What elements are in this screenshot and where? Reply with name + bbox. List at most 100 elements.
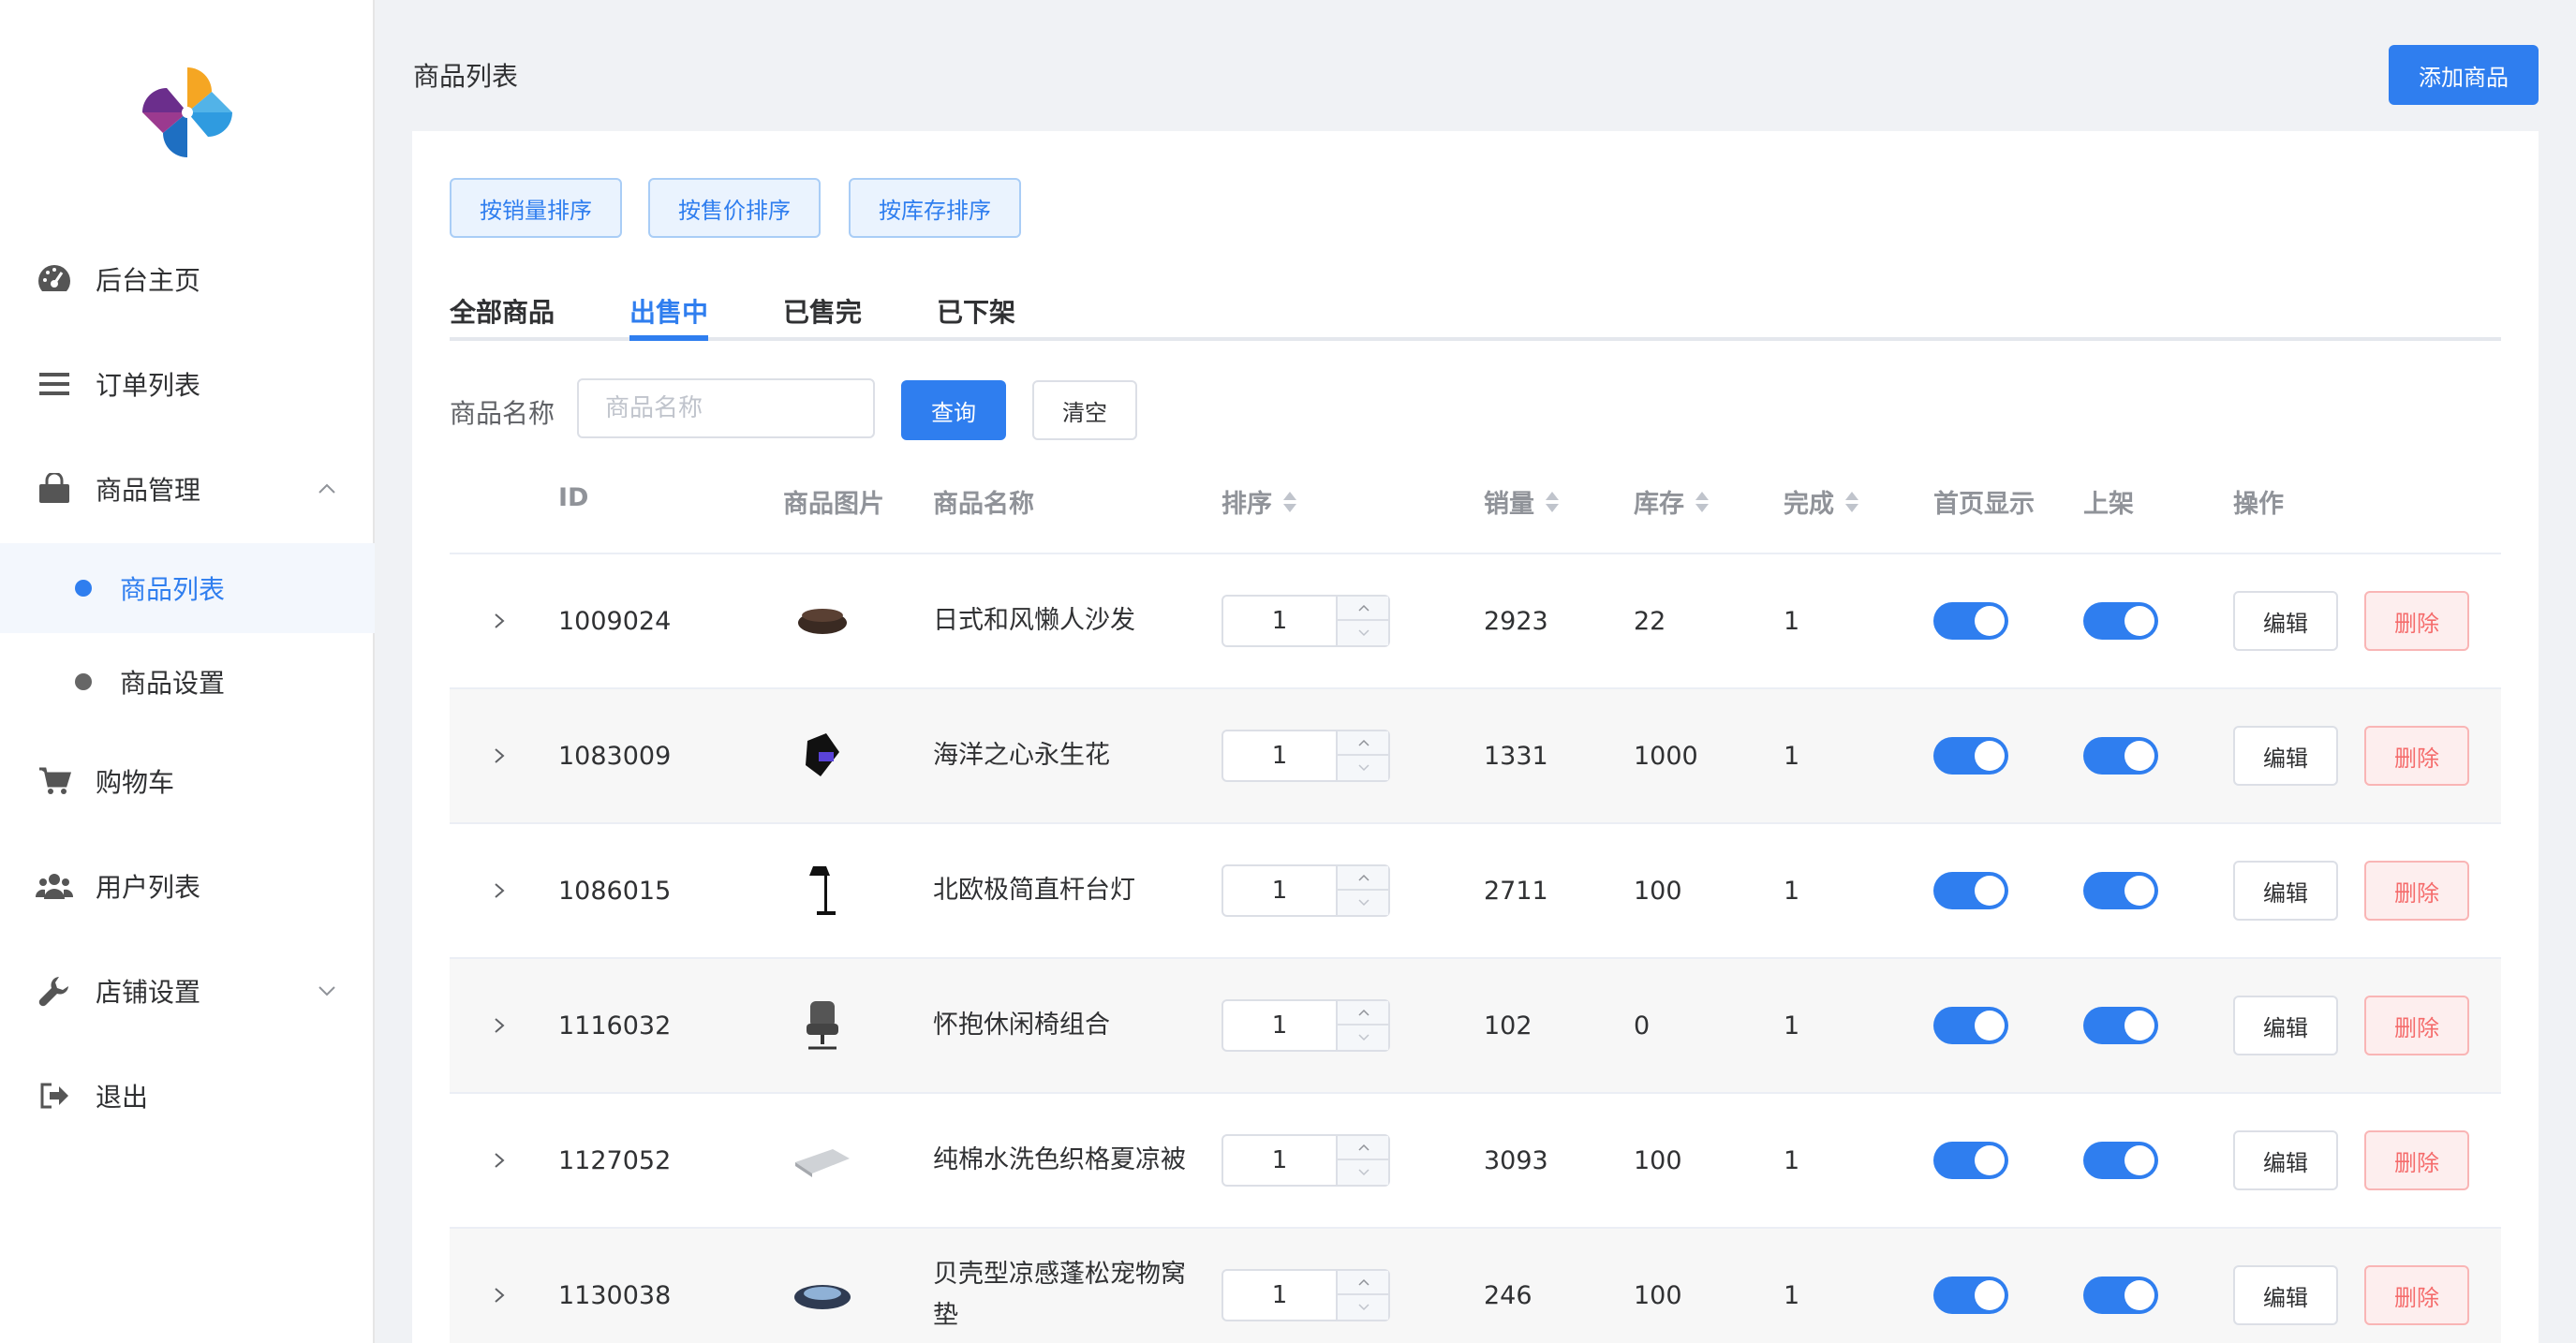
expand-row-icon[interactable] <box>485 1094 513 1227</box>
home-display-switch[interactable] <box>1933 959 2008 1092</box>
column-header-stock[interactable]: 库存 <box>1634 483 1709 520</box>
product-sales: 246 <box>1484 1280 1532 1310</box>
increment-icon[interactable] <box>1338 597 1390 621</box>
sort-by-sales-button[interactable]: 按销量排序 <box>450 178 622 238</box>
product-thumbnail <box>787 1229 858 1343</box>
increment-icon[interactable] <box>1338 1001 1390 1026</box>
decrement-icon[interactable] <box>1338 756 1390 780</box>
home-display-switch[interactable] <box>1933 1229 2008 1343</box>
shopping-bag-icon <box>36 470 73 508</box>
add-product-button[interactable]: 添加商品 <box>2389 45 2539 105</box>
product-sales: 3093 <box>1484 1145 1548 1175</box>
listed-switch[interactable] <box>2083 824 2158 957</box>
sort-order-stepper[interactable]: 1 <box>1221 1094 1390 1227</box>
sidebar-item-label: 退出 <box>96 1082 149 1113</box>
sort-caret-icon[interactable] <box>1283 491 1296 513</box>
sidebar-subitem-product-list[interactable]: 商品列表 <box>0 543 375 633</box>
sort-order-stepper[interactable]: 1 <box>1221 554 1390 687</box>
product-thumbnail <box>787 824 858 957</box>
tab-all-products[interactable]: 全部商品 <box>450 281 555 341</box>
product-thumbnail <box>787 959 858 1092</box>
chevron-up-icon[interactable] <box>313 475 341 503</box>
product-name-input[interactable] <box>577 378 875 438</box>
chevron-down-icon[interactable] <box>313 977 341 1005</box>
expand-row-icon[interactable] <box>485 824 513 957</box>
delete-button[interactable]: 删除 <box>2364 1265 2469 1325</box>
delete-button[interactable]: 删除 <box>2364 1130 2469 1190</box>
product-id: 1127052 <box>558 1145 672 1175</box>
listed-switch[interactable] <box>2083 959 2158 1092</box>
sort-by-price-button[interactable]: 按售价排序 <box>648 178 821 238</box>
sort-order-stepper[interactable]: 1 <box>1221 1229 1390 1343</box>
sidebar-item-label: 店铺设置 <box>96 977 201 1008</box>
sort-order-value[interactable]: 1 <box>1223 731 1336 780</box>
sort-order-stepper[interactable]: 1 <box>1221 824 1390 957</box>
edit-button[interactable]: 编辑 <box>2233 1130 2338 1190</box>
decrement-icon[interactable] <box>1338 1160 1390 1185</box>
sidebar-item-orders[interactable]: 订单列表 <box>0 337 375 431</box>
sort-caret-icon[interactable] <box>1546 491 1559 513</box>
sidebar-item-dashboard[interactable]: 后台主页 <box>0 232 375 326</box>
expand-row-icon[interactable] <box>485 1229 513 1343</box>
clear-button[interactable]: 清空 <box>1032 380 1137 440</box>
sort-by-stock-button[interactable]: 按库存排序 <box>849 178 1021 238</box>
sort-order-value[interactable]: 1 <box>1223 866 1336 915</box>
sort-order-stepper[interactable]: 1 <box>1221 959 1390 1092</box>
tab-delisted[interactable]: 已下架 <box>937 281 1015 341</box>
sort-order-value[interactable]: 1 <box>1223 1271 1336 1320</box>
decrement-icon[interactable] <box>1338 1295 1390 1320</box>
expand-row-icon[interactable] <box>485 959 513 1092</box>
tab-sold-out[interactable]: 已售完 <box>783 281 862 341</box>
increment-icon[interactable] <box>1338 1271 1390 1295</box>
sort-order-value[interactable]: 1 <box>1223 1136 1336 1185</box>
logout-icon <box>36 1077 73 1114</box>
list-icon <box>36 365 73 403</box>
edit-button[interactable]: 编辑 <box>2233 726 2338 786</box>
edit-button[interactable]: 编辑 <box>2233 1265 2338 1325</box>
product-done: 1 <box>1784 1011 1800 1040</box>
column-header-sales[interactable]: 销量 <box>1484 483 1559 520</box>
decrement-icon[interactable] <box>1338 891 1390 915</box>
edit-button[interactable]: 编辑 <box>2233 861 2338 921</box>
home-display-switch[interactable] <box>1933 824 2008 957</box>
increment-icon[interactable] <box>1338 731 1390 756</box>
sidebar-subitem-product-settings[interactable]: 商品设置 <box>0 637 375 727</box>
listed-switch[interactable] <box>2083 554 2158 687</box>
sort-order-stepper[interactable]: 1 <box>1221 689 1390 822</box>
sidebar-item-label: 购物车 <box>96 767 175 798</box>
sort-caret-icon[interactable] <box>1845 491 1858 513</box>
delete-button[interactable]: 删除 <box>2364 726 2469 786</box>
sidebar-item-cart[interactable]: 购物车 <box>0 734 375 828</box>
decrement-icon[interactable] <box>1338 621 1390 645</box>
edit-button[interactable]: 编辑 <box>2233 996 2338 1055</box>
sort-caret-icon[interactable] <box>1695 491 1709 513</box>
expand-row-icon[interactable] <box>485 689 513 822</box>
edit-button[interactable]: 编辑 <box>2233 591 2338 651</box>
home-display-switch[interactable] <box>1933 689 2008 822</box>
sidebar-item-logout[interactable]: 退出 <box>0 1049 375 1143</box>
column-header-order[interactable]: 排序 <box>1221 483 1296 520</box>
listed-switch[interactable] <box>2083 1094 2158 1227</box>
increment-icon[interactable] <box>1338 866 1390 891</box>
sidebar-item-users[interactable]: 用户列表 <box>0 839 375 933</box>
home-display-switch[interactable] <box>1933 554 2008 687</box>
product-stock: 22 <box>1634 606 1666 636</box>
expand-row-icon[interactable] <box>485 554 513 687</box>
column-header-done[interactable]: 完成 <box>1784 483 1858 520</box>
tab-on-sale[interactable]: 出售中 <box>629 281 708 341</box>
home-display-switch[interactable] <box>1933 1094 2008 1227</box>
table-row: 1130038 贝壳型凉感蓬松宠物窝垫 1 246 100 1 编辑 删除 <box>450 1229 2501 1343</box>
sidebar-item-products[interactable]: 商品管理 <box>0 442 375 536</box>
query-button[interactable]: 查询 <box>901 380 1006 440</box>
delete-button[interactable]: 删除 <box>2364 861 2469 921</box>
listed-switch[interactable] <box>2083 689 2158 822</box>
increment-icon[interactable] <box>1338 1136 1390 1160</box>
decrement-icon[interactable] <box>1338 1026 1390 1050</box>
sidebar-item-label: 商品管理 <box>96 475 201 506</box>
sort-order-value[interactable]: 1 <box>1223 1001 1336 1050</box>
sort-order-value[interactable]: 1 <box>1223 597 1336 645</box>
sidebar-item-store-settings[interactable]: 店铺设置 <box>0 944 375 1038</box>
delete-button[interactable]: 删除 <box>2364 996 2469 1055</box>
listed-switch[interactable] <box>2083 1229 2158 1343</box>
delete-button[interactable]: 删除 <box>2364 591 2469 651</box>
